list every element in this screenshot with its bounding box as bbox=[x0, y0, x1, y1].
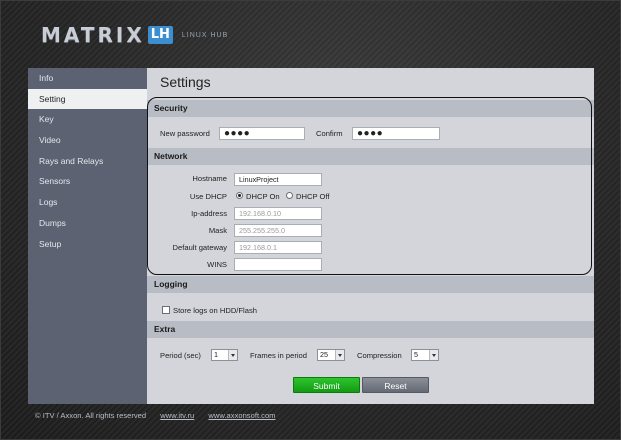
footer: © ITV / Axxon. All rights reserved www.i… bbox=[35, 411, 276, 420]
sidebar-item-setup[interactable]: Setup bbox=[28, 234, 147, 255]
default-gateway-input[interactable]: 192.168.0.1 bbox=[234, 241, 322, 254]
sidebar-item-key[interactable]: Key bbox=[28, 109, 147, 130]
section-extra-heading: Extra bbox=[147, 321, 594, 338]
store-logs-label: Store logs on HDD/Flash bbox=[173, 306, 257, 315]
page-title: Settings bbox=[160, 74, 211, 90]
frames-select-value: 25 bbox=[320, 350, 328, 359]
app-window: MATRIX LH LINUX HUB Info Setting Key Vid… bbox=[0, 0, 621, 440]
footer-link-axxonsoft[interactable]: www.axxonsoft.com bbox=[208, 411, 275, 420]
hostname-input[interactable]: LinuxProject bbox=[234, 173, 322, 186]
frames-in-period-label: Frames in period bbox=[250, 351, 307, 360]
compression-label: Compression bbox=[357, 351, 402, 360]
new-password-input[interactable]: ●●●● bbox=[219, 127, 305, 140]
sidebar-item-setting[interactable]: Setting bbox=[28, 88, 155, 110]
wins-label: WINS bbox=[207, 260, 227, 269]
sidebar-item-logs[interactable]: Logs bbox=[28, 192, 147, 213]
period-label: Period (sec) bbox=[160, 351, 201, 360]
section-security-heading: Security bbox=[147, 100, 594, 117]
section-logging-heading: Logging bbox=[147, 276, 594, 293]
frames-in-period-select[interactable]: 25 bbox=[317, 349, 345, 361]
dhcp-on-radio[interactable] bbox=[236, 192, 243, 199]
confirm-password-label: Confirm bbox=[316, 129, 343, 138]
period-select[interactable]: 1 bbox=[211, 349, 238, 361]
sidebar-item-video[interactable]: Video bbox=[28, 130, 147, 151]
compression-select[interactable]: 5 bbox=[411, 349, 439, 361]
sidebar: Info Setting Key Video Rays and Relays S… bbox=[28, 68, 155, 404]
wins-input[interactable] bbox=[234, 258, 322, 271]
store-logs-checkbox[interactable] bbox=[162, 306, 170, 314]
compression-select-value: 5 bbox=[414, 350, 418, 359]
brand-subtitle: LINUX HUB bbox=[181, 31, 229, 39]
brand-badge: LH bbox=[147, 26, 173, 44]
confirm-password-input[interactable]: ●●●● bbox=[352, 127, 440, 140]
sidebar-item-rays-and-relays[interactable]: Rays and Relays bbox=[28, 151, 147, 172]
chevron-down-icon bbox=[335, 350, 344, 360]
use-dhcp-label: Use DHCP bbox=[189, 192, 227, 201]
section-network-heading: Network bbox=[147, 148, 594, 165]
chevron-down-icon bbox=[429, 350, 438, 360]
chevron-down-icon bbox=[228, 350, 237, 360]
new-password-label: New password bbox=[160, 129, 210, 138]
period-select-value: 1 bbox=[214, 350, 218, 359]
default-gateway-label: Default gateway bbox=[172, 243, 227, 252]
submit-button[interactable]: Submit bbox=[293, 377, 360, 393]
footer-copyright: © ITV / Axxon. All rights reserved bbox=[35, 411, 147, 420]
sidebar-item-info[interactable]: Info bbox=[28, 68, 147, 89]
reset-button[interactable]: Reset bbox=[362, 377, 429, 393]
ip-address-label: Ip-address bbox=[191, 209, 227, 218]
brand-logo: MATRIX LH LINUX HUB bbox=[41, 23, 228, 47]
dhcp-on-label: DHCP On bbox=[246, 192, 280, 201]
mask-label: Mask bbox=[208, 226, 227, 235]
footer-link-itv[interactable]: www.itv.ru bbox=[160, 411, 194, 420]
mask-input[interactable]: 255.255.255.0 bbox=[234, 224, 322, 237]
dhcp-off-radio[interactable] bbox=[286, 192, 293, 199]
sidebar-item-dumps[interactable]: Dumps bbox=[28, 213, 147, 234]
brand-name: MATRIX bbox=[41, 23, 145, 47]
dhcp-off-label: DHCP Off bbox=[296, 192, 330, 201]
ip-address-input[interactable]: 192.168.0.10 bbox=[234, 207, 322, 220]
settings-panel: Settings Security New password ●●●● Conf… bbox=[147, 68, 594, 404]
sidebar-item-sensors[interactable]: Sensors bbox=[28, 171, 147, 192]
hostname-label: Hostname bbox=[192, 174, 227, 183]
